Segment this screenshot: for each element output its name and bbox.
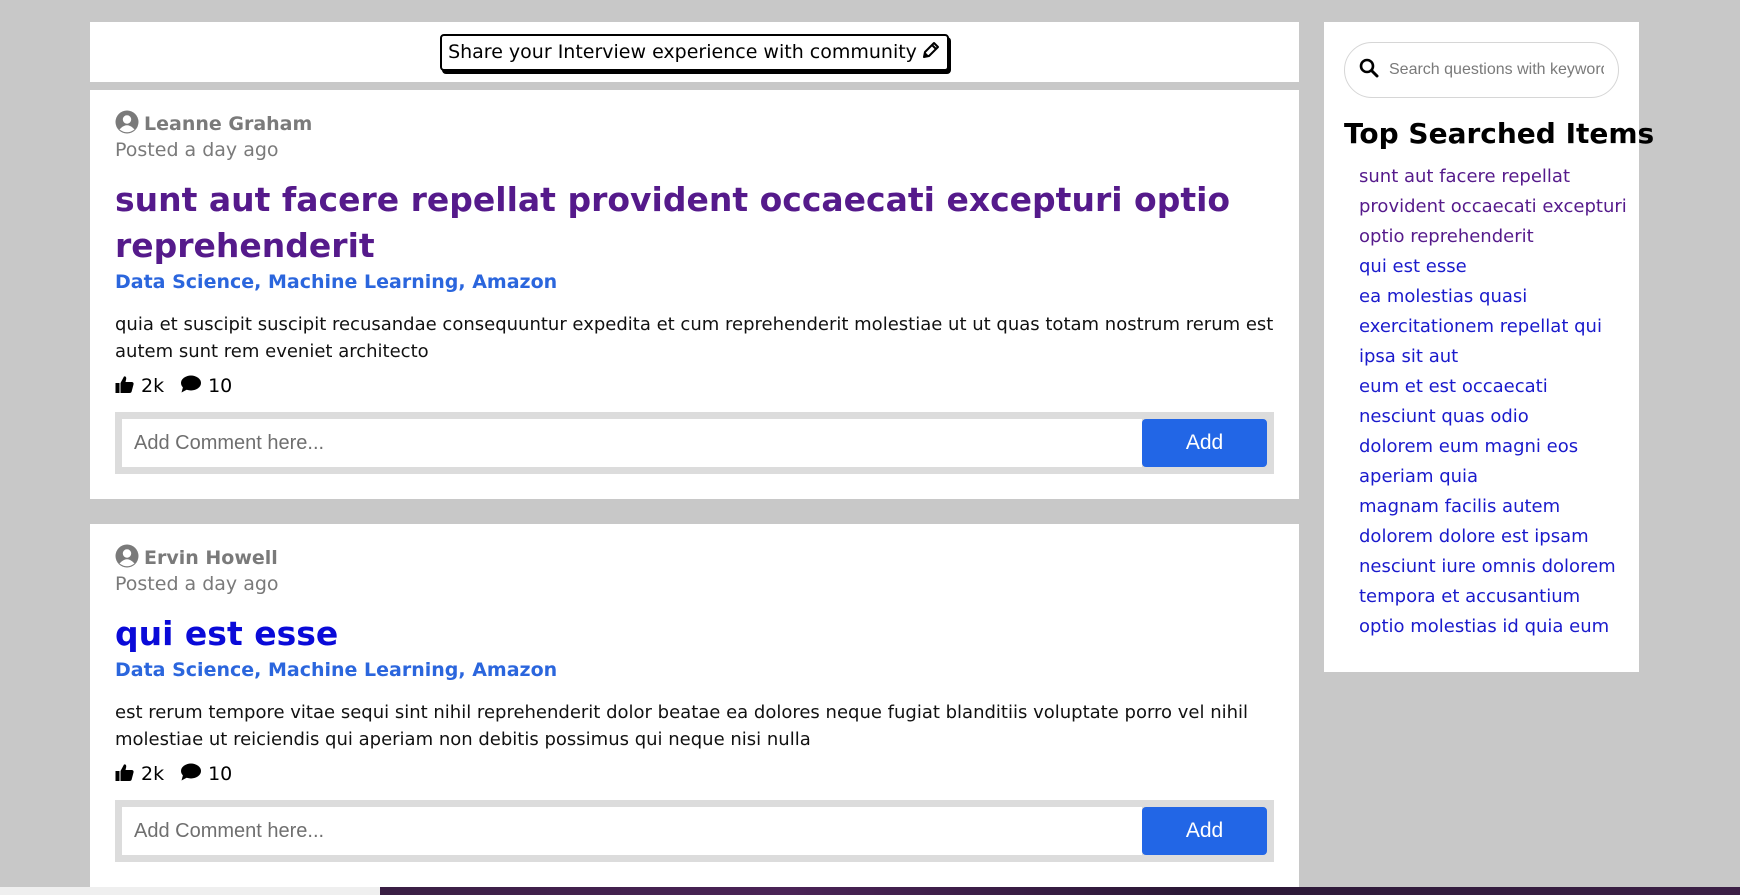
add-comment-button[interactable]: Add [1142, 807, 1267, 855]
search-icon [1359, 58, 1379, 82]
comment-form: Add [115, 800, 1274, 862]
top-searched-link[interactable]: qui est esse [1359, 256, 1467, 277]
sidebar: Top Searched Items sunt aut facere repel… [1324, 22, 1655, 672]
post-title-link[interactable]: qui est esse [115, 611, 1274, 657]
post-title-link[interactable]: sunt aut facere repellat provident occae… [115, 177, 1274, 269]
author-name: Leanne Graham [144, 113, 313, 135]
os-taskbar [0, 887, 1740, 895]
top-searched-title: Top Searched Items [1344, 117, 1655, 150]
pencil-icon [921, 40, 941, 65]
top-searched-item[interactable]: nesciunt iure omnis dolorem [1359, 552, 1619, 582]
comment-count-button[interactable]: 10 [180, 374, 232, 399]
comment-bubble-icon [180, 374, 202, 399]
top-searched-link[interactable]: aperiam quia [1359, 466, 1478, 487]
page: Share your Interview experience with com… [0, 0, 1740, 895]
author-name: Ervin Howell [144, 547, 278, 569]
post-stats: 2k 10 [115, 373, 1274, 399]
top-searched-link[interactable]: eum et est occaecati [1359, 376, 1548, 397]
top-searched-item[interactable]: exercitationem repellat qui [1359, 312, 1619, 342]
like-button[interactable]: 2k [115, 762, 164, 787]
share-experience-label: Share your Interview experience with com… [448, 41, 917, 63]
top-searched-link[interactable]: nesciunt quas odio [1359, 406, 1529, 427]
search-input[interactable] [1387, 60, 1606, 80]
top-searched-link[interactable]: nesciunt iure omnis dolorem [1359, 556, 1616, 577]
comment-count-button[interactable]: 10 [180, 762, 232, 787]
taskbar-wallpaper-strip [380, 887, 1740, 895]
top-searched-link[interactable]: magnam facilis autem [1359, 496, 1560, 517]
post-card: Ervin Howell Posted a day ago qui est es… [90, 524, 1299, 887]
search-box[interactable] [1344, 42, 1619, 98]
top-searched-link[interactable]: dolorem eum magni eos [1359, 436, 1578, 457]
user-avatar-icon [115, 110, 139, 139]
share-bar: Share your Interview experience with com… [90, 22, 1299, 82]
top-searched-link[interactable]: optio molestias id quia eum [1359, 616, 1609, 637]
comment-count: 10 [208, 375, 233, 397]
top-searched-list: sunt aut facere repellat provident occae… [1344, 162, 1627, 642]
feed-column: Share your Interview experience with com… [90, 22, 1299, 887]
top-searched-link[interactable]: optio reprehenderit [1359, 226, 1534, 247]
top-searched-item[interactable]: dolorem eum magni eos [1359, 432, 1619, 462]
top-searched-link[interactable]: sunt aut facere repellat [1359, 166, 1570, 187]
thumbs-up-icon [115, 374, 135, 399]
comment-input[interactable] [122, 807, 1142, 855]
top-searched-item[interactable]: tempora et accusantium [1359, 582, 1619, 612]
like-count: 2k [141, 763, 165, 785]
comment-count: 10 [208, 763, 233, 785]
top-searched-link[interactable]: tempora et accusantium [1359, 586, 1580, 607]
user-avatar-icon [115, 544, 139, 573]
top-searched-item[interactable]: provident occaecati excepturi [1359, 192, 1627, 222]
post-body: quia et suscipit suscipit recusandae con… [115, 314, 1274, 362]
top-searched-item[interactable]: aperiam quia [1359, 462, 1619, 492]
posted-time: Posted a day ago [115, 139, 279, 161]
post-body: est rerum tempore vitae sequi sint nihil… [115, 702, 1249, 750]
post-tags[interactable]: Data Science, Machine Learning, Amazon [115, 659, 1274, 681]
comment-form: Add [115, 412, 1274, 474]
post-stats: 2k 10 [115, 761, 1274, 787]
top-searched-link[interactable]: dolorem dolore est ipsam [1359, 526, 1589, 547]
thumbs-up-icon [115, 762, 135, 787]
post-author[interactable]: Leanne Graham [115, 110, 1274, 138]
top-searched-item[interactable]: ipsa sit aut [1359, 342, 1619, 372]
top-searched-item[interactable]: optio reprehenderit [1359, 222, 1619, 252]
comment-bubble-icon [180, 762, 202, 787]
post-author[interactable]: Ervin Howell [115, 544, 1274, 572]
top-searched-link[interactable]: ea molestias quasi [1359, 286, 1527, 307]
post-tags[interactable]: Data Science, Machine Learning, Amazon [115, 271, 1274, 293]
share-experience-button[interactable]: Share your Interview experience with com… [440, 33, 949, 71]
top-searched-item[interactable]: sunt aut facere repellat [1359, 162, 1619, 192]
top-searched-link[interactable]: ipsa sit aut [1359, 346, 1458, 367]
comment-input[interactable] [122, 419, 1142, 467]
top-searched-link[interactable]: exercitationem repellat qui [1359, 316, 1602, 337]
top-searched-item[interactable]: magnam facilis autem [1359, 492, 1619, 522]
posted-time: Posted a day ago [115, 573, 279, 595]
top-searched-item[interactable]: ea molestias quasi [1359, 282, 1619, 312]
top-searched-link[interactable]: provident occaecati excepturi [1359, 196, 1627, 217]
post-card: Leanne Graham Posted a day ago sunt aut … [90, 90, 1299, 499]
top-searched-item[interactable]: optio molestias id quia eum [1359, 612, 1619, 642]
like-button[interactable]: 2k [115, 374, 164, 399]
top-searched-item[interactable]: nesciunt quas odio [1359, 402, 1619, 432]
like-count: 2k [141, 375, 165, 397]
top-searched-item[interactable]: dolorem dolore est ipsam [1359, 522, 1619, 552]
top-searched-item[interactable]: qui est esse [1359, 252, 1619, 282]
add-comment-button[interactable]: Add [1142, 419, 1267, 467]
top-searched-item[interactable]: eum et est occaecati [1359, 372, 1619, 402]
